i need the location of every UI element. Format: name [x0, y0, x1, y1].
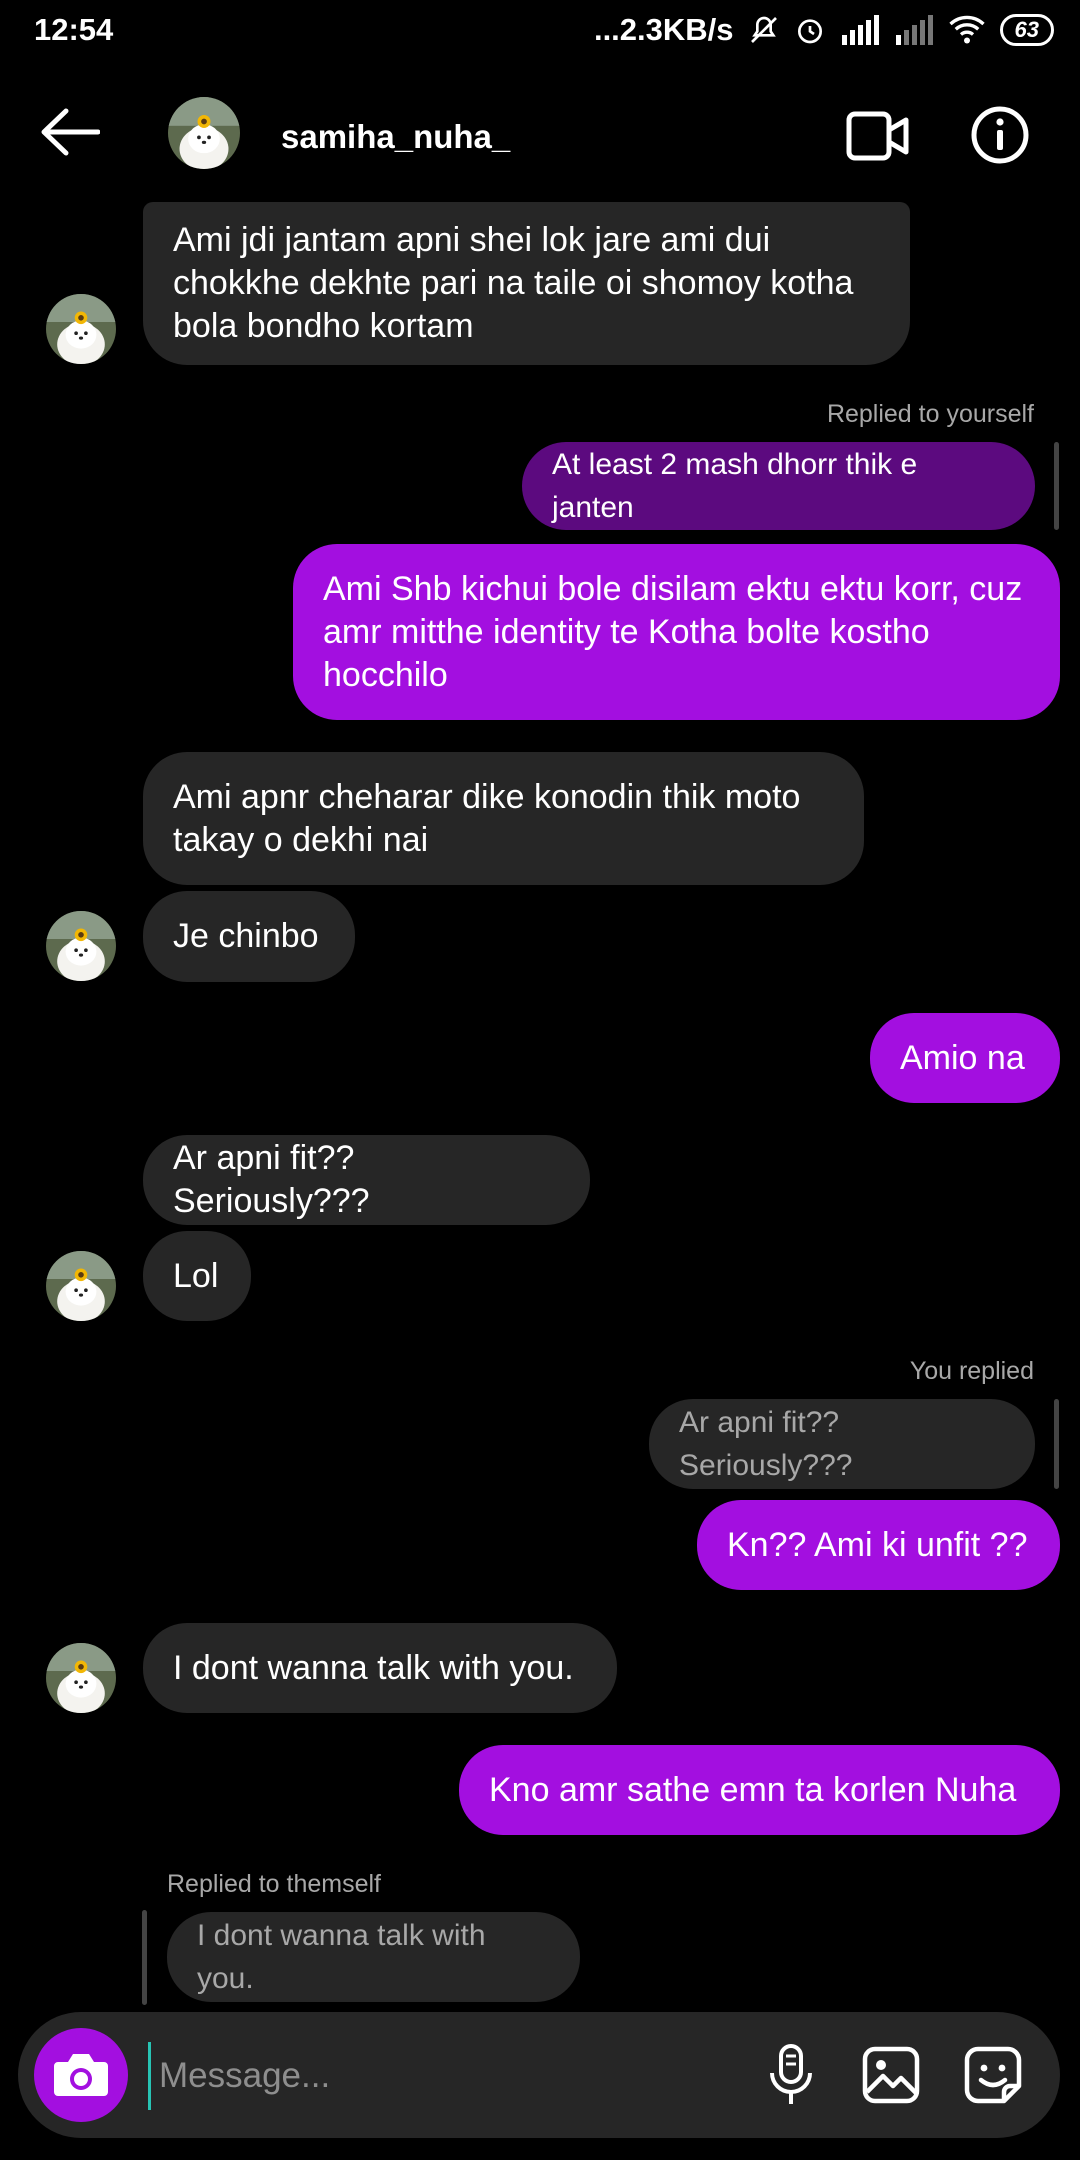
message-outgoing-replied[interactable]: At least 2 mash dhorr thik e janten [522, 442, 1035, 530]
message-outgoing[interactable]: Amio na [870, 1013, 1060, 1103]
message-outgoing[interactable]: Kno amr sathe emn ta korlen Nuha [459, 1745, 1060, 1835]
quoted-message[interactable]: I dont wanna talk with you. [167, 1912, 580, 2002]
message-composer [18, 2012, 1060, 2138]
sender-avatar[interactable] [46, 911, 116, 981]
message-outgoing[interactable]: Kn?? Ami ki unfit ?? [697, 1500, 1060, 1590]
info-icon[interactable] [970, 105, 1030, 165]
sticker-icon [964, 2046, 1022, 2104]
status-bar: 12:54 ...2.3KB/s 63 [0, 0, 1080, 62]
message-incoming[interactable]: Lol [143, 1231, 251, 1321]
microphone-button[interactable] [756, 2040, 826, 2110]
gallery-button[interactable] [856, 2040, 926, 2110]
video-call-icon[interactable] [846, 108, 910, 164]
quoted-message[interactable]: Ar apni fit?? Seriously??? [649, 1399, 1035, 1489]
signal-weak-icon [895, 15, 933, 45]
wifi-icon [948, 15, 985, 44]
status-icons: ...2.3KB/s 63 [594, 12, 1054, 48]
message-incoming[interactable]: Je chinbo [143, 891, 355, 982]
chat-header: samiha_nuha_ [0, 62, 1080, 210]
message-incoming[interactable]: Ar apni fit?? Seriously??? [143, 1135, 590, 1225]
status-time: 12:54 [34, 12, 114, 47]
reply-indicator-bar [1054, 442, 1059, 530]
sender-avatar[interactable] [46, 1251, 116, 1321]
message-incoming[interactable]: Ami apnr cheharar dike konodin thik moto… [143, 752, 864, 885]
signal-icon [841, 15, 879, 45]
alarm-icon [797, 19, 822, 44]
contact-avatar[interactable] [168, 97, 240, 169]
sender-avatar[interactable] [46, 1643, 116, 1713]
reply-indicator-bar [1054, 1399, 1059, 1489]
camera-button[interactable] [34, 2028, 128, 2122]
reply-context-label: You replied [909, 1357, 1034, 1385]
reply-context-label: Replied to themself [167, 1870, 382, 1898]
microphone-icon [770, 2044, 812, 2104]
message-incoming[interactable]: I dont wanna talk with you. [143, 1623, 617, 1713]
sender-avatar[interactable] [46, 294, 116, 364]
reply-indicator-bar [142, 1910, 147, 2005]
back-arrow-icon[interactable] [40, 107, 100, 157]
image-icon [862, 2046, 920, 2104]
message-outgoing[interactable]: Ami Shb kichui bole disilam ektu ektu ko… [293, 544, 1060, 720]
reply-context-label: Replied to yourself [826, 400, 1034, 428]
contact-username[interactable]: samiha_nuha_ [281, 118, 510, 156]
network-speed: ...2.3KB/s [593, 12, 734, 47]
message-input[interactable] [148, 2042, 721, 2110]
battery-icon: 63 [999, 14, 1054, 46]
camera-icon [54, 2054, 108, 2096]
sticker-button[interactable] [958, 2040, 1028, 2110]
message-incoming[interactable]: Ami jdi jantam apni shei lok jare ami du… [143, 202, 910, 365]
mute-bell-icon [750, 16, 777, 43]
